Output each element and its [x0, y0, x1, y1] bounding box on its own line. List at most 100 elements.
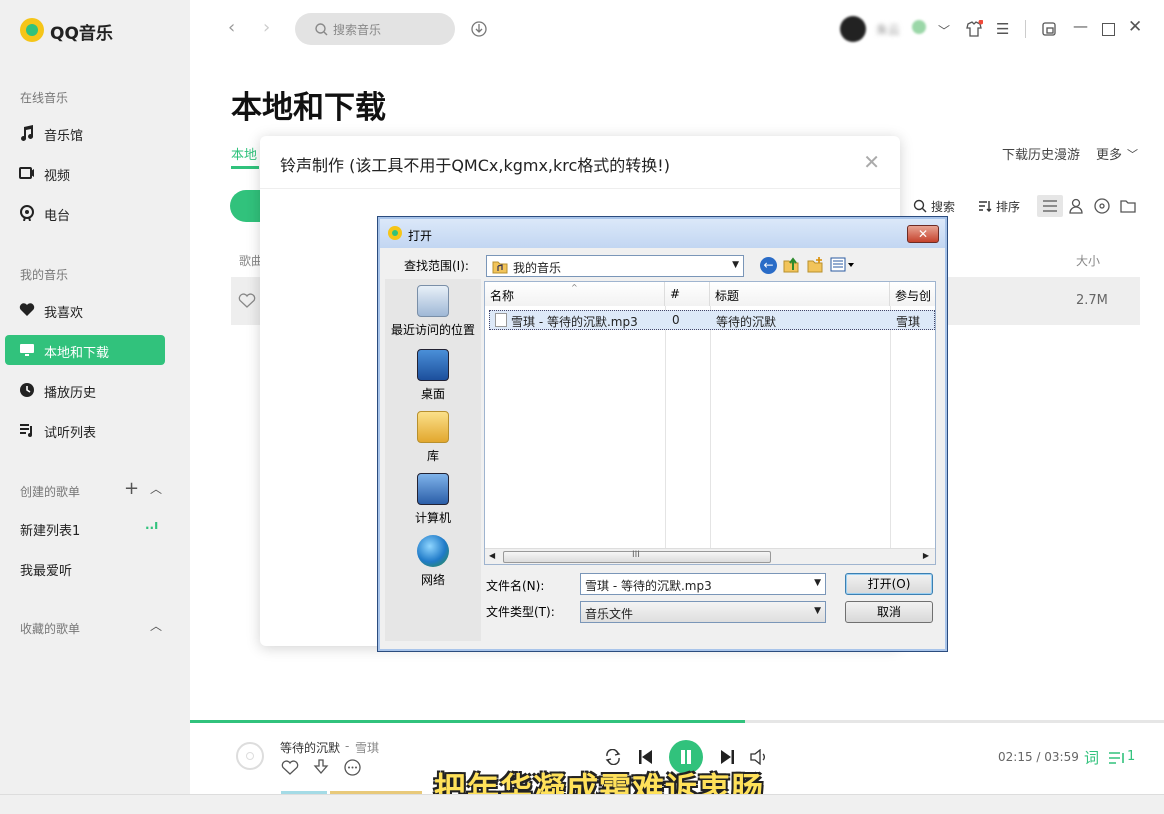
queue-list-icon[interactable]	[1108, 751, 1126, 765]
collapse-chevron-icon[interactable]: ︿	[150, 617, 162, 634]
place-recent[interactable]: 最近访问的位置	[385, 285, 481, 338]
close-icon[interactable]: ✕	[863, 150, 880, 174]
search-input[interactable]: 搜索音乐	[295, 13, 455, 45]
sidebar-item-label: 本地和下载	[44, 342, 109, 361]
search-placeholder: 搜索音乐	[333, 21, 381, 38]
loop-mode-icon[interactable]	[604, 749, 622, 765]
place-label: 网络	[421, 573, 445, 587]
divider	[890, 306, 891, 550]
collapse-chevron-icon[interactable]: ︿	[150, 480, 162, 497]
forward-arrow-icon[interactable]: ›	[263, 17, 270, 38]
new-folder-icon[interactable]	[806, 256, 824, 274]
recent-places-icon	[417, 285, 449, 317]
download-history-link[interactable]: 下载历史漫游	[1002, 144, 1080, 163]
sidebar-item-video[interactable]: 视频	[5, 158, 165, 188]
mini-mode-icon[interactable]	[1042, 22, 1056, 36]
player-artist[interactable]: 雪琪	[355, 739, 379, 756]
sidebar-item-favorites[interactable]: 我喜欢	[5, 295, 165, 325]
download-icon[interactable]	[313, 759, 329, 776]
album-cover-icon[interactable]	[236, 742, 264, 770]
up-folder-icon[interactable]	[782, 256, 800, 274]
column-title[interactable]: 标题	[710, 282, 890, 306]
place-network[interactable]: 网络	[385, 535, 481, 588]
main-menu-icon[interactable]: ☰	[996, 20, 1009, 38]
user-menu-chevron-icon[interactable]: ﹀	[938, 22, 950, 39]
open-button[interactable]: 打开(O)	[845, 573, 933, 595]
volume-icon[interactable]	[750, 749, 767, 765]
playlist-icon	[19, 422, 35, 438]
add-playlist-icon[interactable]: +	[124, 478, 139, 499]
filetype-select[interactable]: 音乐文件 ▼	[580, 601, 826, 623]
previous-track-icon[interactable]	[638, 749, 653, 765]
close-icon[interactable]: ✕	[1128, 17, 1142, 37]
album-view-icon[interactable]	[1094, 198, 1110, 214]
place-libraries[interactable]: 库	[385, 411, 481, 464]
user-name[interactable]: 朱云	[876, 21, 900, 38]
cancel-button[interactable]: 取消	[845, 601, 933, 623]
tab-underline	[231, 166, 259, 169]
place-desktop[interactable]: 桌面	[385, 349, 481, 402]
divider	[710, 306, 711, 550]
sidebar-item-label: 电台	[44, 205, 70, 224]
sidebar-item-trial-list[interactable]: 试听列表	[5, 415, 165, 445]
minimize-icon[interactable]: —	[1073, 17, 1088, 35]
file-row[interactable]: 雪琪 - 等待的沉默.mp3 0 等待的沉默 雪琪	[489, 310, 935, 330]
list-view-button[interactable]	[1037, 195, 1063, 217]
filename-input[interactable]: 雪琪 - 等待的沉默.mp3 ▼	[580, 573, 826, 595]
dropdown-arrow-icon: ▼	[814, 606, 821, 616]
column-artist[interactable]: 参与创	[890, 282, 935, 306]
more-options-icon[interactable]	[344, 759, 361, 776]
playlist-item[interactable]: 新建列表1	[20, 520, 80, 539]
heart-outline-icon[interactable]	[238, 293, 256, 309]
sidebar-item-music-hall[interactable]: 音乐馆	[5, 118, 165, 148]
back-arrow-icon[interactable]: ‹	[228, 17, 235, 38]
toolbar-sort-label[interactable]: 排序	[996, 198, 1020, 215]
place-label: 库	[427, 449, 439, 463]
place-label: 桌面	[421, 387, 445, 401]
dropdown-arrow-icon: ▼	[814, 578, 821, 588]
avatar[interactable]	[840, 16, 866, 42]
more-menu[interactable]: 更多	[1096, 144, 1122, 163]
column-number[interactable]: #	[665, 282, 710, 306]
scroll-right-icon[interactable]: ▶	[923, 551, 929, 560]
voice-search-icon[interactable]	[471, 20, 487, 38]
like-icon[interactable]	[281, 760, 299, 776]
qq-music-logo-icon	[20, 18, 44, 42]
ringtone-dialog-title: 铃声制作 (该工具不用于QMCx,kgmx,krc格式的转换!)	[280, 152, 670, 176]
column-size[interactable]: 大小	[1076, 252, 1100, 269]
filename-label: 文件名(N):	[486, 577, 544, 594]
file-icon	[495, 313, 507, 327]
view-menu-icon[interactable]	[830, 257, 856, 273]
singer-view-icon[interactable]	[1069, 198, 1083, 214]
sidebar-item-history[interactable]: 播放历史	[5, 375, 165, 405]
maximize-icon[interactable]	[1102, 23, 1115, 36]
toolbar-search-label[interactable]: 搜索	[931, 198, 955, 215]
lyrics-button[interactable]: 词	[1084, 747, 1099, 768]
filename-value: 雪琪 - 等待的沉默.mp3	[585, 577, 712, 594]
places-bar: 最近访问的位置 桌面 库 计算机 网络	[385, 279, 481, 641]
dialog-close-button[interactable]: ✕	[907, 225, 939, 243]
file-list[interactable]: 名称 ^ # 标题 参与创 雪琪 - 等待的沉默.mp3 0 等待的沉默 雪琪 …	[484, 281, 936, 565]
sidebar-item-local-downloads[interactable]: 本地和下载	[5, 335, 165, 365]
horizontal-scrollbar[interactable]: ◀ III ▶	[485, 548, 935, 564]
tab-local[interactable]: 本地	[231, 144, 257, 163]
vip-badge-icon[interactable]	[912, 20, 926, 34]
next-track-icon[interactable]	[720, 749, 735, 765]
libraries-icon	[417, 411, 449, 443]
scroll-thumb[interactable]: III	[503, 551, 771, 563]
sidebar-item-radio[interactable]: 电台	[5, 198, 165, 228]
sort-icon[interactable]	[978, 199, 992, 213]
section-collected-title: 收藏的歌单	[20, 620, 80, 637]
player-song-title[interactable]: 等待的沉默	[280, 739, 340, 756]
search-icon[interactable]	[913, 199, 927, 213]
skin-shirt-icon[interactable]	[965, 20, 983, 38]
lookin-select[interactable]: 我的音乐 ▼	[486, 255, 744, 277]
dialog-titlebar[interactable]: 打开 ✕	[380, 219, 945, 248]
playlist-item[interactable]: 我最爱听	[20, 560, 72, 579]
chevron-down-icon[interactable]: ﹀	[1127, 146, 1138, 162]
scroll-left-icon[interactable]: ◀	[489, 551, 495, 560]
folder-view-icon[interactable]	[1120, 199, 1136, 213]
queue-count[interactable]: 1	[1127, 749, 1135, 764]
back-nav-icon[interactable]: ←	[760, 257, 777, 274]
place-computer[interactable]: 计算机	[385, 473, 481, 526]
